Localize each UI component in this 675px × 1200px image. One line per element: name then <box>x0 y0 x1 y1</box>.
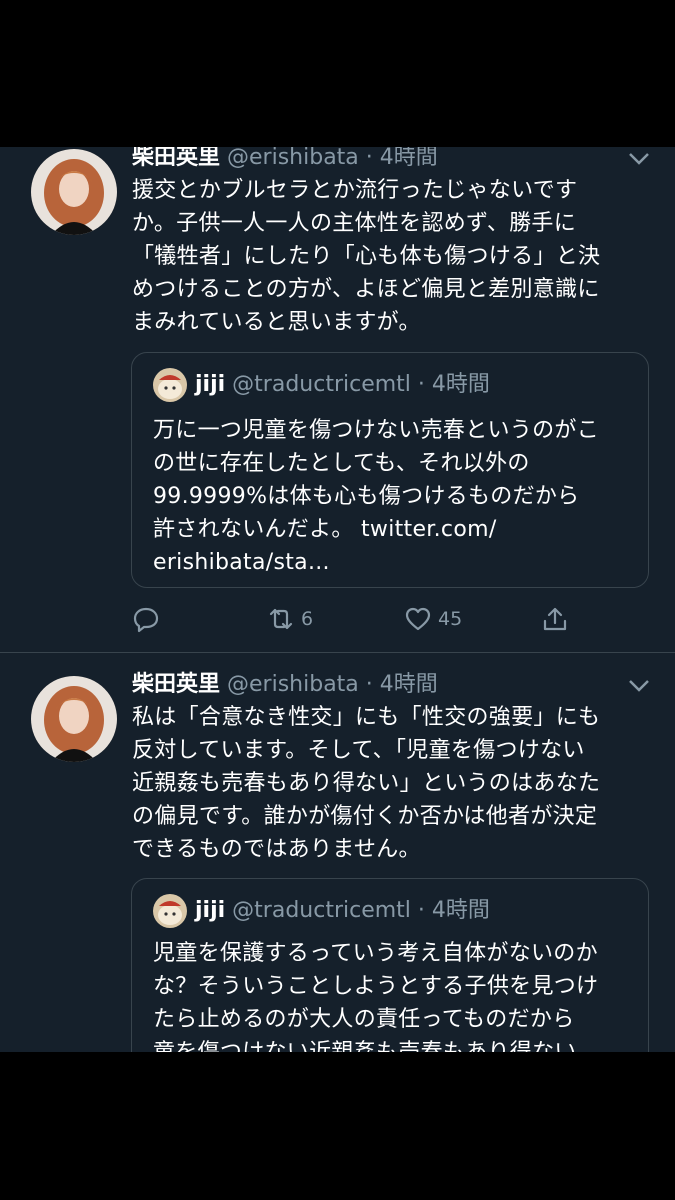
tweet-text-line: か。子供一人一人の主体性を認めず、勝手に <box>132 211 577 236</box>
share-button[interactable] <box>541 604 569 634</box>
quoted-avatar <box>153 894 187 928</box>
quoted-header: jiji @traductricemtl · 4時間 <box>195 371 490 399</box>
quoted-text-line: の世に存在したとしても、それ以外の <box>153 451 530 476</box>
quoted-text-line: 万に一つ児童を傷つけない売春というのがこ <box>153 418 600 443</box>
chevron-down-icon[interactable] <box>627 151 651 167</box>
quoted-display-name: jiji <box>195 372 226 397</box>
quoted-header: jiji @traductricemtl · 4時間 <box>195 897 490 925</box>
tweet-text-line: 近親姦も売春もあり得ない」というのはあなた <box>132 771 601 796</box>
tweet-header: 柴田英里 @erishibata · 4時間 <box>132 147 438 172</box>
retweet-icon <box>269 608 293 630</box>
like-button[interactable]: 45 <box>404 604 462 634</box>
tweet-text-line: 「犠牲者」にしたり「心も体も傷つける」と決 <box>132 244 601 269</box>
tweet-text: 私は「合意なき性交」にも「性交の強要」にも 反対しています。そして、「児童を傷つ… <box>132 701 637 866</box>
quoted-handle: @traductricemtl <box>232 372 411 397</box>
share-icon <box>543 607 567 631</box>
quoted-tweet[interactable]: jiji @traductricemtl · 4時間 児童を保護するっていう考え… <box>131 878 649 1052</box>
display-name[interactable]: 柴田英里 <box>132 672 220 697</box>
quoted-text-line: な？そういうことしようとする子供を見つけ <box>153 974 599 999</box>
handle[interactable]: @erishibata <box>227 147 359 170</box>
tweet-text-line: の偏見です。誰かが傷付くか否かは他者が決定 <box>132 804 598 829</box>
tweet-actions: 6 45 <box>132 604 632 634</box>
reply-button[interactable] <box>132 604 160 634</box>
tweet-text-line: まみれていると思いますが。 <box>132 310 421 335</box>
reply-icon <box>133 607 159 633</box>
quoted-text-line: 99.9999%は体も心も傷つけるものだから <box>153 484 580 509</box>
tweet-text: 援交とかブルセラとか流行ったじゃないです か。子供一人一人の主体性を認めず、勝手… <box>132 174 637 339</box>
avatar[interactable] <box>31 676 117 762</box>
quoted-text-line: 許されないんだよ。 twitter.com/ <box>153 517 497 542</box>
quoted-text-line: 童を傷つけない近親姦も売春もあり得ない <box>153 1036 633 1052</box>
retweet-button[interactable]: 6 <box>267 604 313 634</box>
tweet-text-line: 援交とかブルセラとか流行ったじゃないです <box>132 178 578 203</box>
quoted-text: 児童を保護するっていう考え自体がないのか な？そういうことしようとする子供を見つ… <box>153 937 633 1052</box>
chevron-down-icon[interactable] <box>627 678 651 694</box>
tweet[interactable]: 柴田英里 @erishibata · 4時間 私は「合意なき性交」にも「性交の強… <box>0 653 675 1052</box>
like-count: 45 <box>438 608 463 630</box>
heart-icon <box>405 607 431 631</box>
tweet-text-line: めつけることの方が、よほど偏見と差別意識に <box>132 277 600 302</box>
quoted-tweet[interactable]: jiji @traductricemtl · 4時間 万に一つ児童を傷つけない売… <box>131 352 649 588</box>
quoted-display-name: jiji <box>195 898 226 923</box>
display-name[interactable]: 柴田英里 <box>132 147 220 170</box>
quoted-text-line: 児童を保護するっていう考え自体がないのか <box>153 941 598 966</box>
quoted-timestamp: · 4時間 <box>417 898 490 923</box>
quoted-text: 万に一つ児童を傷つけない売春というのがこ の世に存在したとしても、それ以外の 9… <box>153 414 633 579</box>
tweet-text-line: できるものではありません。 <box>132 837 421 862</box>
tweet-header: 柴田英里 @erishibata · 4時間 <box>132 671 438 699</box>
tweet-text-line: 私は「合意なき性交」にも「性交の強要」にも <box>132 705 601 730</box>
quoted-timestamp: · 4時間 <box>417 372 490 397</box>
quoted-handle: @traductricemtl <box>232 898 411 923</box>
timestamp[interactable]: · 4時間 <box>366 672 438 697</box>
tweet-text-line: 反対しています。そして、「児童を傷つけない <box>132 738 585 763</box>
timeline: 柴田英里 @erishibata · 4時間 援交とかブルセラとか流行ったじゃな… <box>0 147 675 1052</box>
quoted-avatar <box>153 368 187 402</box>
quoted-text-line: たら止めるのが大人の責任ってものだから <box>153 1007 575 1032</box>
avatar[interactable] <box>31 149 117 235</box>
tweet[interactable]: 柴田英里 @erishibata · 4時間 援交とかブルセラとか流行ったじゃな… <box>0 147 675 652</box>
handle[interactable]: @erishibata <box>227 672 359 697</box>
retweet-count: 6 <box>301 608 314 630</box>
quoted-link[interactable]: erishibata/sta... <box>153 546 633 579</box>
timestamp[interactable]: · 4時間 <box>366 147 438 170</box>
